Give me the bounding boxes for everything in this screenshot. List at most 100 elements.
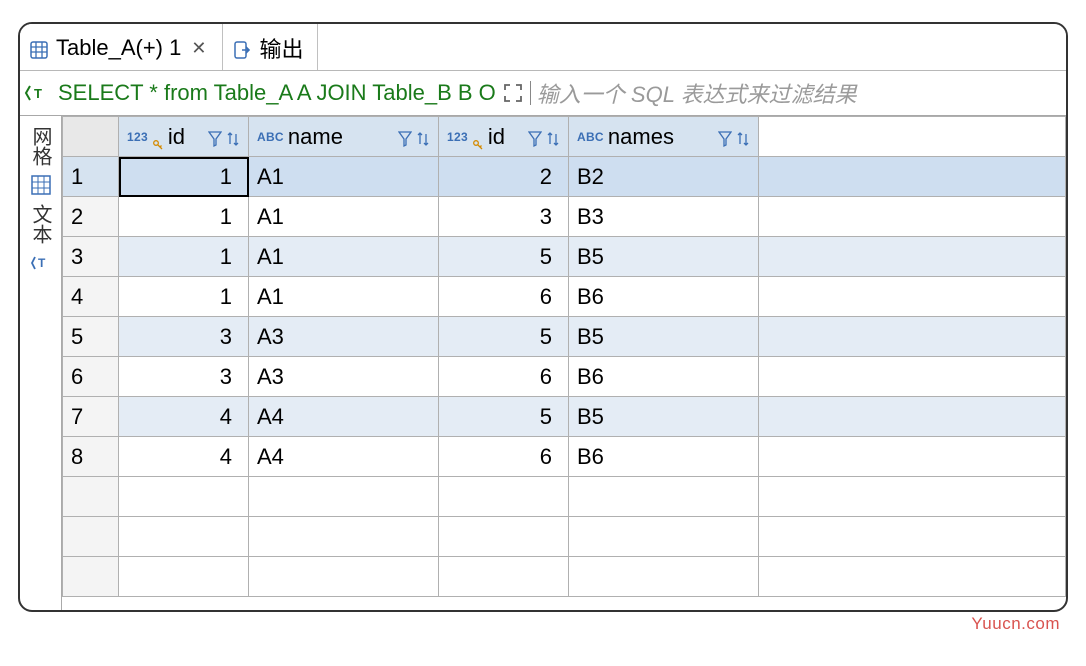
column-header[interactable]: ABCname	[249, 117, 439, 157]
sort-icon[interactable]	[736, 128, 750, 146]
grid-icon[interactable]	[30, 174, 52, 196]
corner-cell[interactable]	[63, 117, 119, 157]
spacer-cell	[759, 437, 1066, 477]
cell[interactable]: B5	[569, 397, 759, 437]
table-row[interactable]: 21A13B3	[63, 197, 1066, 237]
sort-icon[interactable]	[416, 128, 430, 146]
sql-filter-input[interactable]: 输入一个 SQL 表达式来过滤结果	[537, 77, 857, 109]
filter-icon[interactable]	[208, 128, 222, 146]
number-type-icon: 123	[127, 130, 148, 144]
sql-bar: T SELECT * from Table_A A JOIN Table_B B…	[20, 71, 1066, 116]
tab-output[interactable]: 输出	[223, 24, 318, 70]
cell[interactable]: 4	[119, 437, 249, 477]
cell[interactable]: A1	[249, 157, 439, 197]
cell[interactable]: A3	[249, 357, 439, 397]
text-type-icon: ABC	[577, 130, 604, 144]
cell[interactable]: 1	[119, 157, 249, 197]
filter-icon[interactable]	[528, 128, 542, 146]
row-number[interactable]: 6	[63, 357, 119, 397]
cell[interactable]: 3	[439, 197, 569, 237]
cell[interactable]: 5	[439, 397, 569, 437]
table-row[interactable]: 74A45B5	[63, 397, 1066, 437]
row-number[interactable]: 5	[63, 317, 119, 357]
cell[interactable]: B5	[569, 317, 759, 357]
row-number[interactable]: 1	[63, 157, 119, 197]
cell[interactable]: 2	[439, 157, 569, 197]
row-number[interactable]: 3	[63, 237, 119, 277]
table-row[interactable]: 11A12B2	[63, 157, 1066, 197]
view-sidebar: 网格 文本 T	[20, 116, 62, 610]
key-icon	[152, 131, 164, 143]
empty-row	[63, 557, 1066, 597]
table-row[interactable]: 53A35B5	[63, 317, 1066, 357]
filter-icon[interactable]	[718, 128, 732, 146]
column-header[interactable]: 123 id	[439, 117, 569, 157]
content-area: 网格 文本 T	[20, 116, 1066, 610]
cell[interactable]: 4	[119, 397, 249, 437]
svg-text:T: T	[34, 86, 42, 101]
row-number[interactable]: 7	[63, 397, 119, 437]
cell[interactable]: B5	[569, 237, 759, 277]
cell[interactable]: B6	[569, 357, 759, 397]
cell[interactable]: A3	[249, 317, 439, 357]
column-header[interactable]: 123 id	[119, 117, 249, 157]
sidebar-grid-tab[interactable]: 网格	[26, 124, 55, 168]
table-row[interactable]: 31A15B5	[63, 237, 1066, 277]
cell[interactable]: 3	[119, 357, 249, 397]
text-type-icon: ABC	[257, 130, 284, 144]
spacer-cell	[759, 317, 1066, 357]
expand-icon[interactable]	[502, 82, 524, 104]
spacer-cell	[759, 357, 1066, 397]
cell[interactable]: B6	[569, 277, 759, 317]
cell[interactable]: 1	[119, 197, 249, 237]
tab-bar: Table_A(+) 1 ✕ 输出	[20, 24, 1066, 71]
cell[interactable]: B2	[569, 157, 759, 197]
tab-label: Table_A(+) 1	[56, 35, 181, 61]
sql-script-icon[interactable]: T	[24, 82, 52, 104]
sql-icon[interactable]: T	[30, 252, 52, 274]
cell[interactable]: A1	[249, 197, 439, 237]
number-type-icon: 123	[447, 130, 468, 144]
row-number[interactable]: 8	[63, 437, 119, 477]
cell[interactable]: 5	[439, 237, 569, 277]
sort-icon[interactable]	[226, 128, 240, 146]
tab-label: 输出	[259, 32, 303, 64]
sort-icon[interactable]	[546, 128, 560, 146]
spacer-header	[759, 117, 1066, 157]
spacer-cell	[759, 277, 1066, 317]
column-name: id	[168, 124, 204, 150]
cell[interactable]: B3	[569, 197, 759, 237]
cell[interactable]: 6	[439, 277, 569, 317]
cell[interactable]: A4	[249, 397, 439, 437]
row-number[interactable]: 4	[63, 277, 119, 317]
cell[interactable]: B6	[569, 437, 759, 477]
cell[interactable]: A1	[249, 237, 439, 277]
table-row[interactable]: 41A16B6	[63, 277, 1066, 317]
cell[interactable]: 1	[119, 277, 249, 317]
cell[interactable]: 3	[119, 317, 249, 357]
close-icon[interactable]: ✕	[189, 38, 208, 59]
app-window: Table_A(+) 1 ✕ 输出 T SELECT * from Table_…	[18, 22, 1068, 612]
column-header[interactable]: ABCnames	[569, 117, 759, 157]
row-number[interactable]: 2	[63, 197, 119, 237]
sidebar-text-tab[interactable]: 文本	[26, 202, 55, 246]
cell[interactable]: A1	[249, 277, 439, 317]
spacer-cell	[759, 197, 1066, 237]
empty-row	[63, 477, 1066, 517]
svg-text:T: T	[38, 256, 46, 270]
result-grid[interactable]: 123idABCname123idABCnames 11A12B221A13B3…	[62, 116, 1066, 610]
filter-icon[interactable]	[398, 128, 412, 146]
divider	[530, 81, 531, 105]
table-row[interactable]: 84A46B6	[63, 437, 1066, 477]
cell[interactable]: 6	[439, 437, 569, 477]
cell[interactable]: 1	[119, 237, 249, 277]
column-name: id	[488, 124, 524, 150]
empty-row	[63, 517, 1066, 557]
spacer-cell	[759, 157, 1066, 197]
tab-result[interactable]: Table_A(+) 1 ✕	[20, 24, 223, 70]
output-icon	[233, 39, 251, 57]
cell[interactable]: A4	[249, 437, 439, 477]
cell[interactable]: 6	[439, 357, 569, 397]
table-row[interactable]: 63A36B6	[63, 357, 1066, 397]
cell[interactable]: 5	[439, 317, 569, 357]
